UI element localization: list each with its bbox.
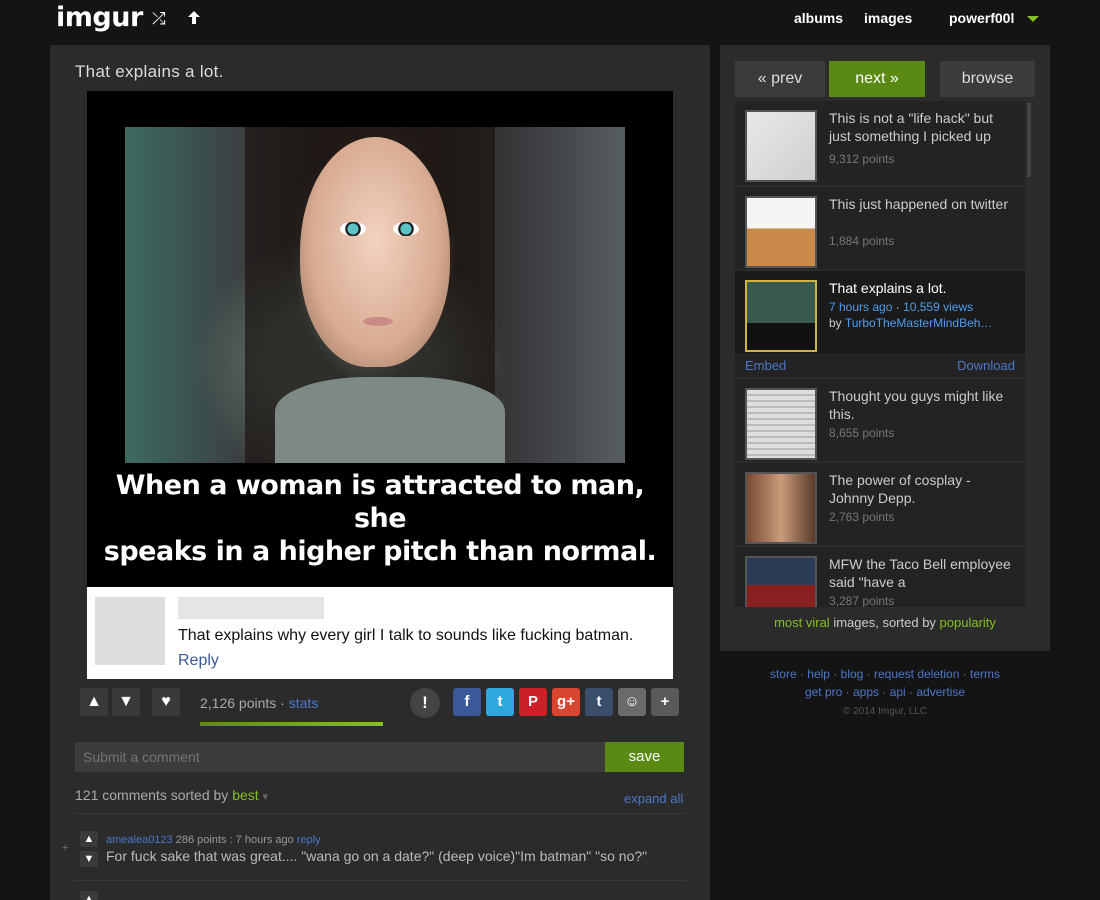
photo — [125, 127, 625, 463]
thumbnail — [745, 388, 817, 460]
report-icon[interactable]: ! — [410, 688, 440, 718]
post-points: 2,126 points · stats — [200, 695, 319, 711]
post-panel: That explains a lot. When a woman is att… — [50, 45, 710, 900]
list-item[interactable]: This just happened on twitter 1,884 poin… — [735, 187, 1025, 269]
item-title: This just happened on twitter — [829, 196, 1008, 212]
expand-all-link[interactable]: expand all — [624, 791, 683, 806]
upvote-icon[interactable]: ▲ — [80, 891, 98, 900]
random-icon[interactable]: ⤮ — [152, 9, 166, 29]
download-link[interactable]: Download — [957, 358, 1015, 373]
next-button[interactable]: next » — [829, 61, 925, 97]
gallery-list: This is not a "life hack" but just somet… — [735, 101, 1027, 607]
comment-author[interactable]: amealea0123 — [106, 834, 173, 846]
tumblr-icon[interactable]: t — [585, 688, 613, 716]
facebook-icon[interactable]: f — [453, 688, 481, 716]
imgur-logo[interactable]: imgur — [56, 2, 143, 33]
item-points: 1,884 points — [829, 234, 895, 248]
thumbnail — [745, 196, 817, 268]
list-item[interactable]: MFW the Taco Bell employee said "have a … — [735, 547, 1025, 607]
comment-input[interactable] — [75, 742, 605, 772]
heart-icon[interactable]: ♥ — [152, 688, 180, 716]
list-item[interactable]: Thought you guys might like this. 8,655 … — [735, 379, 1025, 461]
comment-meta: amealea0123 286 points : 7 hours ago rep… — [106, 834, 321, 846]
thumbnail — [745, 472, 817, 544]
top-bar: imgur ⤮ albums images powerf00l — [0, 0, 1100, 40]
googleplus-icon[interactable]: g+ — [552, 688, 580, 716]
item-points: 8,655 points — [829, 426, 895, 440]
footer-links-2[interactable]: get pro · apps · api · advertise — [720, 685, 1050, 699]
sidebar: « prev next » browse This is not a "life… — [720, 45, 1050, 651]
reddit-icon[interactable]: ☺ — [618, 688, 646, 716]
embed-link[interactable]: Embed — [745, 358, 786, 373]
downvote-icon[interactable]: ▼ — [80, 851, 98, 867]
item-title: This is not a "life hack" but just somet… — [829, 110, 994, 144]
divider — [75, 813, 685, 814]
popularity-link[interactable]: popularity — [940, 615, 996, 630]
item-title: The power of cosplay - Johnny Depp. — [829, 472, 971, 506]
most-viral-link[interactable]: most viral — [774, 615, 830, 630]
footer-links-1[interactable]: store · help · blog · request deletion ·… — [720, 667, 1050, 681]
sort-footer: most viral images, sorted by popularity — [774, 615, 996, 630]
list-item[interactable]: This is not a "life hack" but just somet… — [735, 101, 1025, 185]
nav-albums[interactable]: albums — [794, 10, 843, 26]
redacted-name — [178, 597, 324, 619]
twitter-icon[interactable]: t — [486, 688, 514, 716]
upvote-icon[interactable]: ▲ — [80, 688, 108, 716]
thumbnail — [745, 280, 817, 352]
stats-link[interactable]: stats — [289, 695, 319, 711]
thumbnail — [745, 110, 817, 182]
fb-comment-text: That explains why every girl I talk to s… — [178, 627, 634, 644]
chevron-down-icon[interactable]: ▾ — [263, 791, 269, 803]
item-title: MFW the Taco Bell employee said "have a — [829, 556, 1011, 590]
item-title: That explains a lot. — [829, 280, 947, 296]
upvote-icon[interactable]: ▲ — [80, 831, 98, 847]
fb-reply-label: Reply — [178, 652, 219, 669]
thumbnail — [745, 556, 817, 607]
save-button[interactable]: save — [605, 742, 684, 772]
item-points: 2,763 points — [829, 510, 895, 524]
sort-dropdown[interactable]: best — [232, 787, 258, 803]
upload-icon[interactable] — [185, 9, 203, 32]
reply-link[interactable]: reply — [297, 834, 321, 846]
copyright: © 2014 Imgur, LLC — [842, 706, 928, 717]
comments-sort: 121 comments sorted by best ▾ — [75, 787, 269, 803]
plus-icon[interactable]: + — [651, 688, 679, 716]
embed-row: Embed Download — [735, 353, 1025, 377]
item-meta: 7 hours ago · 10,559 views — [829, 300, 974, 314]
post-image[interactable]: When a woman is attracted to man, she sp… — [87, 91, 673, 679]
item-title: Thought you guys might like this. — [829, 388, 1004, 422]
comment-text: For fuck sake that was great.... "wana g… — [106, 848, 648, 864]
item-points: 9,312 points — [829, 152, 895, 166]
browse-button[interactable]: browse — [940, 61, 1035, 97]
image-caption: When a woman is attracted to man, she sp… — [103, 470, 657, 567]
list-item-current[interactable]: That explains a lot. 7 hours ago · 10,55… — [735, 271, 1025, 353]
facebook-comment-card: That explains why every girl I talk to s… — [87, 587, 673, 679]
scrollbar[interactable] — [1027, 103, 1031, 177]
divider — [75, 880, 685, 881]
post-title: That explains a lot. — [75, 62, 224, 81]
expand-comment-icon[interactable]: + — [62, 842, 68, 854]
avatar — [95, 597, 165, 665]
downvote-icon[interactable]: ▼ — [112, 688, 140, 716]
author-link[interactable]: TurboTheMasterMindBeh… — [845, 316, 993, 330]
chevron-down-icon[interactable] — [1027, 16, 1039, 22]
item-author: by TurboTheMasterMindBeh… — [829, 316, 993, 330]
pinterest-icon[interactable]: P — [519, 688, 547, 716]
list-item[interactable]: The power of cosplay - Johnny Depp. 2,76… — [735, 463, 1025, 545]
user-menu[interactable]: powerf00l — [949, 10, 1014, 26]
item-points: 3,287 points — [829, 594, 895, 607]
prev-button[interactable]: « prev — [735, 61, 825, 97]
score-bar — [200, 722, 403, 726]
nav-images[interactable]: images — [864, 10, 912, 26]
